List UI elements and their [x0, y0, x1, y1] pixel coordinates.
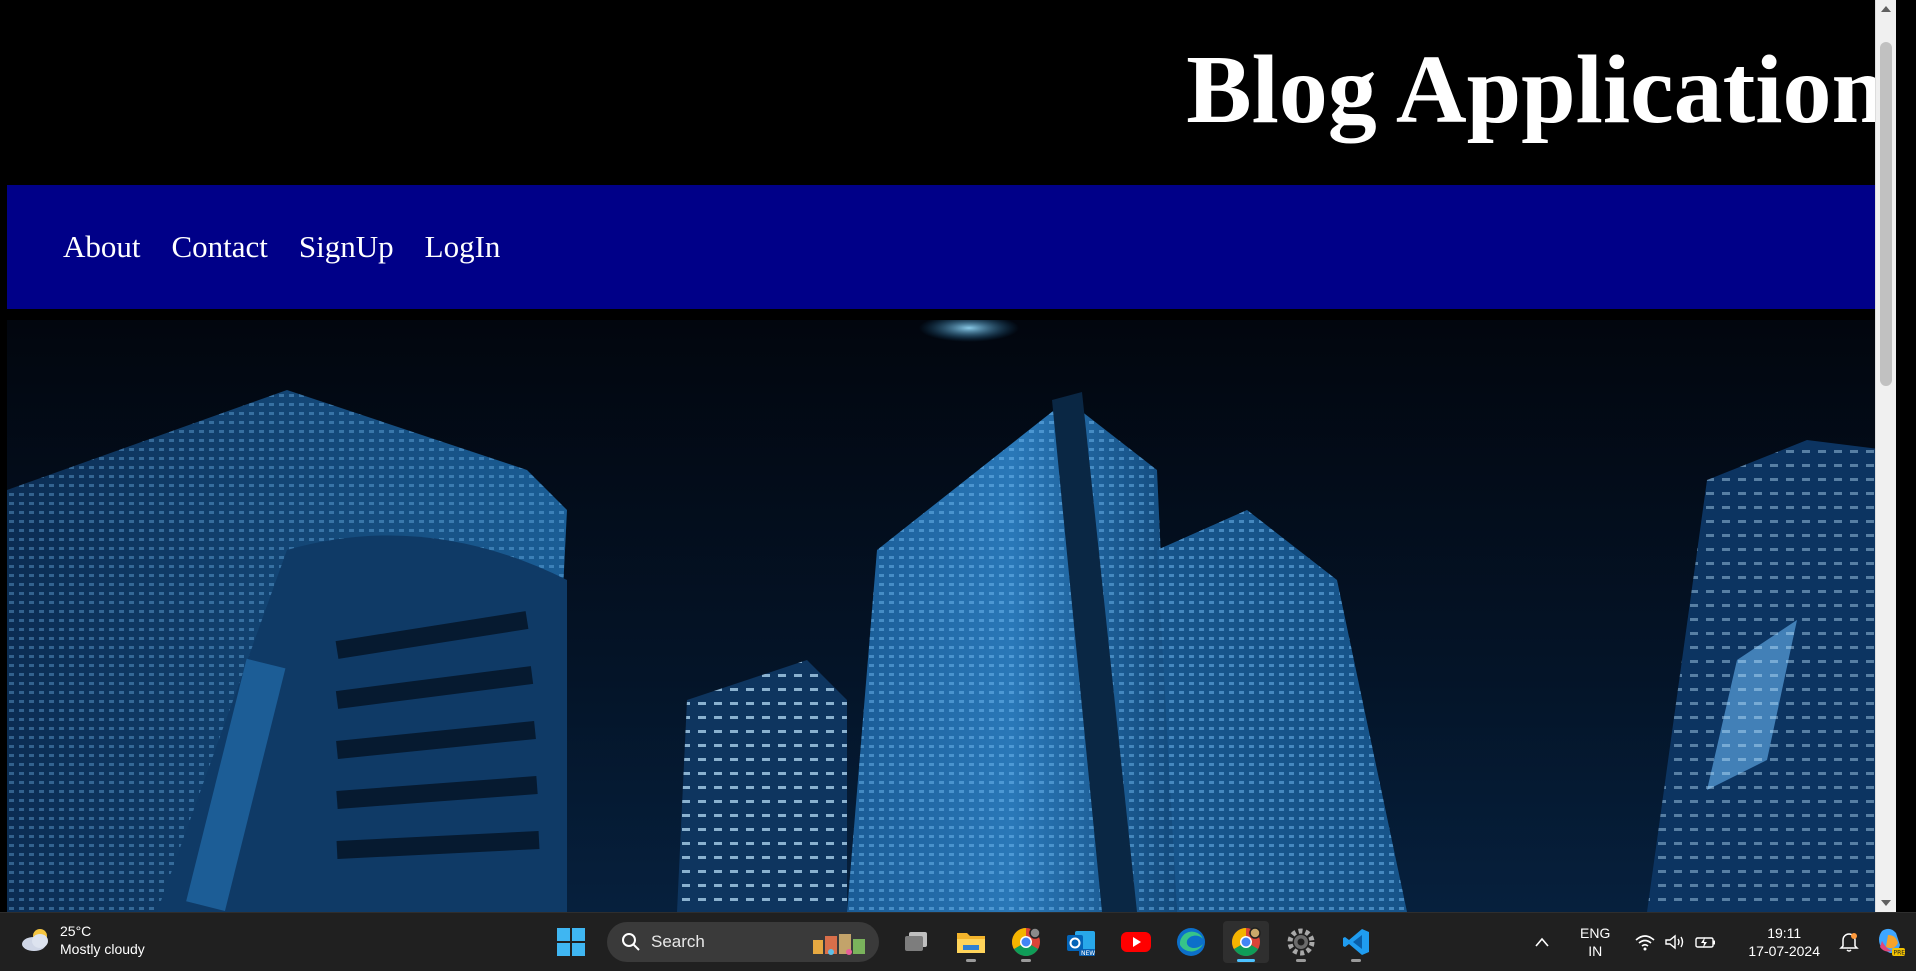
- show-hidden-icons-button[interactable]: [1524, 937, 1560, 947]
- center-left-tower: [677, 660, 847, 912]
- task-view-button[interactable]: [893, 921, 939, 963]
- nav-link-signup[interactable]: SignUp: [299, 229, 394, 265]
- page-header: Blog Application: [0, 0, 1896, 180]
- task-view-icon: [905, 932, 927, 951]
- scroll-up-arrow-icon[interactable]: [1881, 6, 1891, 12]
- vertical-scrollbar[interactable]: [1875, 0, 1896, 912]
- search-icon: [622, 933, 640, 951]
- system-tray: ENG IN 19:11 17-07-2024 PRE: [1524, 913, 1916, 971]
- search-highlight-icon: [813, 934, 865, 955]
- weather-condition: Mostly cloudy: [60, 941, 145, 957]
- volume-icon: [1665, 934, 1684, 950]
- scrollbar-thumb[interactable]: [1880, 42, 1892, 386]
- edge-button[interactable]: [1168, 921, 1214, 963]
- cloud-icon: [20, 927, 52, 953]
- vscode-icon: [1343, 929, 1369, 955]
- clock-time: 19:11: [1767, 925, 1802, 941]
- chrome-button[interactable]: [1003, 921, 1049, 963]
- outlook-button[interactable]: NEW: [1058, 921, 1104, 963]
- svg-text:PRE: PRE: [1894, 950, 1906, 957]
- running-indicator: [966, 959, 976, 962]
- youtube-icon: [1121, 932, 1151, 952]
- taskbar-search-input[interactable]: Search: [607, 922, 879, 962]
- nav-link-login[interactable]: LogIn: [425, 229, 501, 265]
- notification-bell-icon: [1839, 933, 1859, 952]
- clock[interactable]: 19:11 17-07-2024: [1748, 924, 1820, 960]
- scroll-down-arrow-icon[interactable]: [1881, 900, 1891, 906]
- nav-link-contact[interactable]: Contact: [172, 229, 268, 265]
- nav-link-about[interactable]: About: [63, 229, 141, 265]
- navbar: About Contact SignUp LogIn: [7, 185, 1887, 309]
- settings-button[interactable]: [1278, 921, 1324, 963]
- active-indicator: [1237, 959, 1255, 962]
- settings-icon: [1287, 928, 1315, 956]
- outlook-icon: NEW: [1067, 931, 1095, 957]
- weather-temperature: 25°C: [60, 923, 92, 939]
- notifications-button[interactable]: [1838, 931, 1860, 953]
- chrome-active-icon: [1232, 927, 1261, 956]
- language-code: ENG: [1580, 925, 1611, 941]
- weather-widget[interactable]: 25°C Mostly cloudy: [20, 922, 145, 958]
- running-indicator: [1021, 959, 1031, 962]
- taskbar: 25°C Mostly cloudy Search NEW ENG IN 19:…: [0, 912, 1916, 971]
- site-title: Blog Application: [1186, 36, 1886, 144]
- left-building: [7, 390, 567, 912]
- browser-viewport: Blog Application About Contact SignUp Lo…: [0, 0, 1896, 912]
- svg-text:NEW: NEW: [1081, 950, 1095, 957]
- copilot-icon: PRE: [1879, 928, 1906, 957]
- city-skyline-image: [7, 320, 1887, 912]
- youtube-button[interactable]: [1113, 921, 1159, 963]
- running-indicator: [1296, 959, 1306, 962]
- windows-start-icon: [557, 928, 585, 956]
- clock-date: 17-07-2024: [1748, 943, 1820, 959]
- input-language-indicator[interactable]: ENG IN: [1580, 924, 1610, 960]
- edge-icon: [1177, 928, 1205, 956]
- chrome-active-button[interactable]: [1223, 921, 1269, 963]
- quick-settings-button[interactable]: [1634, 933, 1718, 951]
- battery-charging-icon: [1695, 937, 1716, 948]
- taskbar-apps: Search NEW: [548, 921, 1388, 963]
- hero-image: [7, 320, 1887, 912]
- wifi-icon: [1635, 935, 1655, 951]
- chrome-icon: [1012, 927, 1041, 956]
- region-code: IN: [1588, 943, 1603, 959]
- start-button[interactable]: [548, 921, 594, 963]
- search-placeholder: Search: [651, 932, 705, 951]
- copilot-button[interactable]: PRE: [1874, 927, 1906, 957]
- file-explorer-icon: [957, 933, 985, 953]
- file-explorer-button[interactable]: [948, 921, 994, 963]
- vscode-button[interactable]: [1333, 921, 1379, 963]
- running-indicator: [1351, 959, 1361, 962]
- chevron-up-icon: [1535, 937, 1549, 947]
